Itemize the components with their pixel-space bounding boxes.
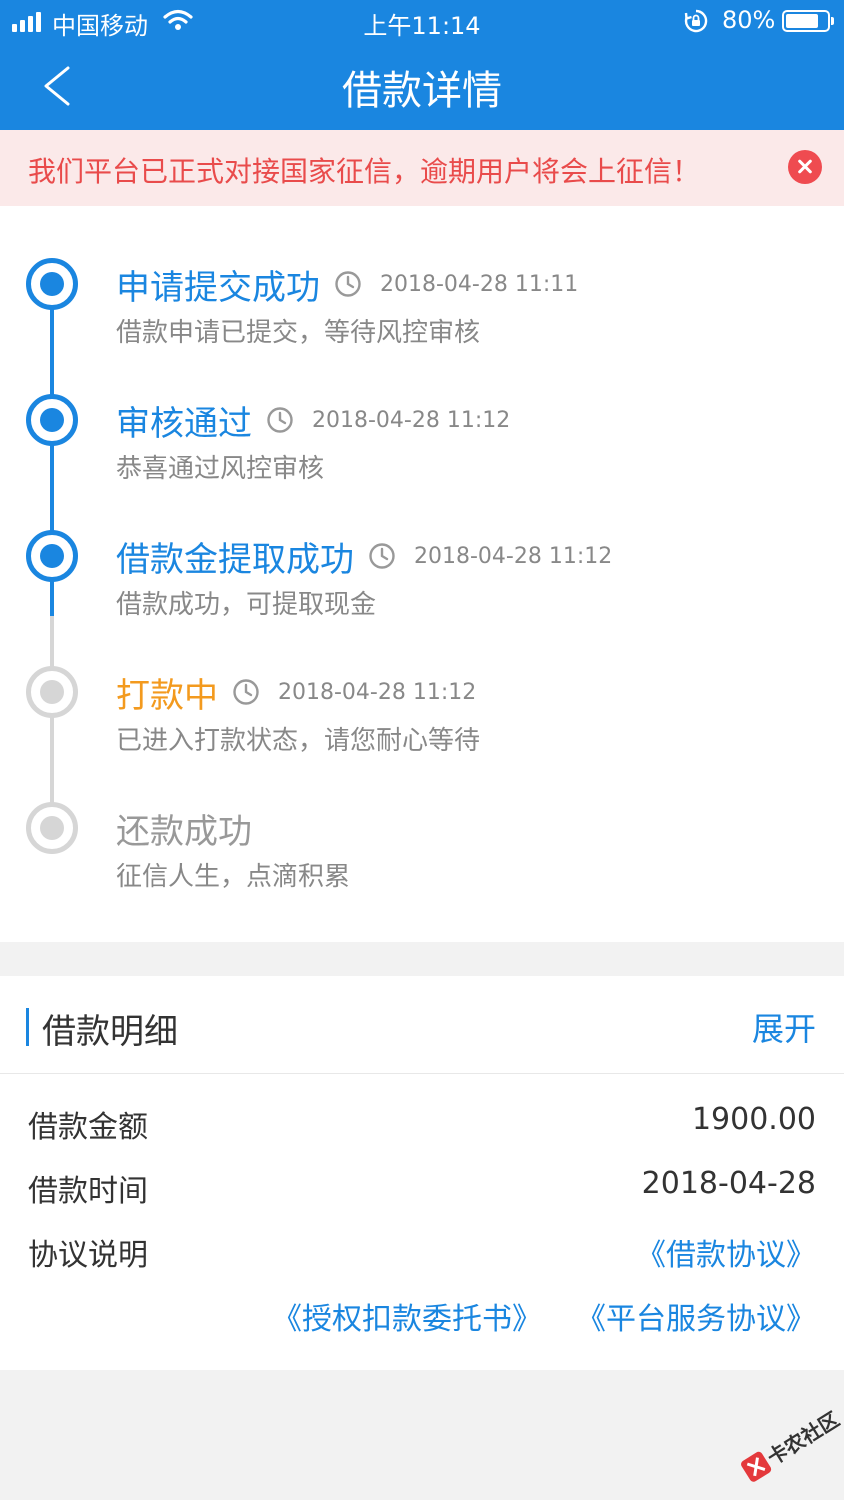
timeline-step-4: 打款中 2018-04-28 11:12 [116, 668, 476, 716]
rotation-lock-icon [684, 9, 708, 33]
clock-icon [369, 543, 395, 569]
step-dot-done [26, 530, 78, 582]
step-time: 2018-04-28 11:11 [380, 271, 579, 297]
clock-icon [233, 679, 259, 705]
step-dot-pending [26, 802, 78, 854]
step-title: 打款中 [116, 675, 218, 716]
step-title: 还款成功 [116, 811, 252, 852]
header: 中国移动 上午11:14 80% 借款详情 [0, 0, 844, 130]
step-dot-pending [26, 666, 78, 718]
auth-deduction-link[interactable]: 《授权扣款委托书》 [272, 1294, 542, 1338]
clock-icon [267, 407, 293, 433]
step-desc: 征信人生，点滴积累 [116, 862, 351, 892]
notice-banner: 我们平台已正式对接国家征信，逾期用户将会上征信！ [0, 130, 844, 206]
agreement-label: 协议说明 [28, 1238, 148, 1273]
status-time: 上午11:14 [363, 12, 481, 40]
loan-amount-value: 1900.00 [691, 1102, 816, 1137]
loan-detail-header: 借款明细 展开 [0, 976, 844, 1074]
section-accent-bar [26, 1008, 29, 1046]
step-title: 借款金提取成功 [116, 539, 354, 580]
step-dot-done [26, 258, 78, 310]
step-time: 2018-04-28 11:12 [278, 679, 477, 705]
notice-text: 我们平台已正式对接国家征信，逾期用户将会上征信！ [28, 155, 701, 188]
loan-detail-title: 借款明细 [42, 1012, 178, 1052]
timeline-step-3: 借款金提取成功 2018-04-28 11:12 [116, 532, 612, 580]
watermark-text: 卡农社区 [762, 1407, 844, 1470]
timeline-step-2: 审核通过 2018-04-28 11:12 [116, 396, 510, 444]
loan-detail-panel: 借款明细 展开 借款金额 1900.00 借款时间 2018-04-28 协议说… [0, 976, 844, 1370]
step-title: 申请提交成功 [116, 267, 320, 308]
clock-icon [335, 271, 361, 297]
platform-service-link[interactable]: 《平台服务协议》 [576, 1294, 816, 1338]
timeline-step-5: 还款成功 [116, 804, 252, 852]
expand-button[interactable]: 展开 [752, 1004, 816, 1050]
step-desc: 借款成功，可提取现金 [116, 590, 377, 620]
loan-agreement-link[interactable]: 《借款协议》 [636, 1230, 816, 1274]
loan-date-value: 2018-04-28 [641, 1166, 816, 1201]
loan-progress-timeline: 申请提交成功 2018-04-28 11:11 借款申请已提交，等待风控审核 审… [0, 206, 844, 942]
timeline-line-pending [50, 616, 54, 828]
step-desc: 借款申请已提交，等待风控审核 [116, 318, 481, 348]
page-title: 借款详情 [342, 68, 502, 114]
step-time: 2018-04-28 11:12 [312, 407, 511, 433]
step-title: 审核通过 [116, 403, 252, 444]
battery-icon [782, 10, 834, 32]
step-desc: 已进入打款状态，请您耐心等待 [116, 726, 481, 756]
step-desc: 恭喜通过风控审核 [116, 454, 325, 484]
status-bar: 中国移动 上午11:14 80% [0, 0, 844, 42]
loan-amount-label: 借款金额 [28, 1110, 148, 1145]
close-icon[interactable] [788, 150, 822, 184]
watermark-logo: 卡农社区 [733, 1401, 844, 1495]
step-time: 2018-04-28 11:12 [414, 543, 613, 569]
loan-date-label: 借款时间 [28, 1174, 148, 1209]
battery-percent: 80% [722, 6, 776, 34]
step-dot-done [26, 394, 78, 446]
timeline-step-1: 申请提交成功 2018-04-28 11:11 [116, 260, 578, 308]
